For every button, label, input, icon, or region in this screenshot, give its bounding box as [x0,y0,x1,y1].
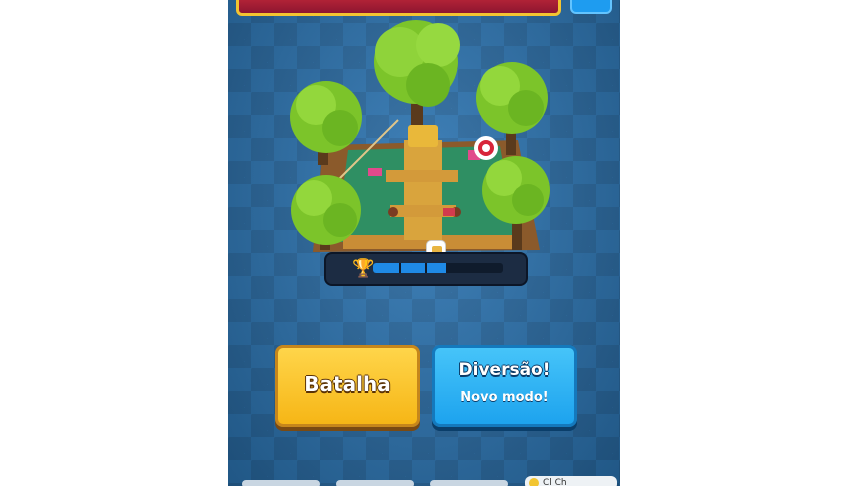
progress-divider [451,263,453,273]
fun-mode-title: Diversão! [458,360,551,380]
progress-divider [399,263,401,273]
progress-divider [477,263,479,273]
progress-divider [425,263,427,273]
progress-track [373,263,503,273]
bottom-tab[interactable] [242,480,320,486]
game-screen: 🏆 Batalha Diversão! Novo modo! Cl Ch [228,0,620,486]
trophy-progress-bar[interactable]: 🏆 [324,252,528,286]
battle-button-label: Batalha [304,372,391,396]
bottom-tab[interactable] [430,480,508,486]
battle-button[interactable]: Batalha [275,345,420,427]
fun-mode-button[interactable]: Diversão! Novo modo! [432,345,577,427]
fun-mode-subtitle: Novo modo! [460,390,549,405]
tree-top-center [374,20,460,125]
target-icon [474,136,498,160]
progress-fill [373,263,446,273]
trophy-icon: 🏆 [352,258,375,279]
chest-indicator[interactable]: Cl Ch [525,476,617,486]
bottom-tab[interactable] [336,480,414,486]
